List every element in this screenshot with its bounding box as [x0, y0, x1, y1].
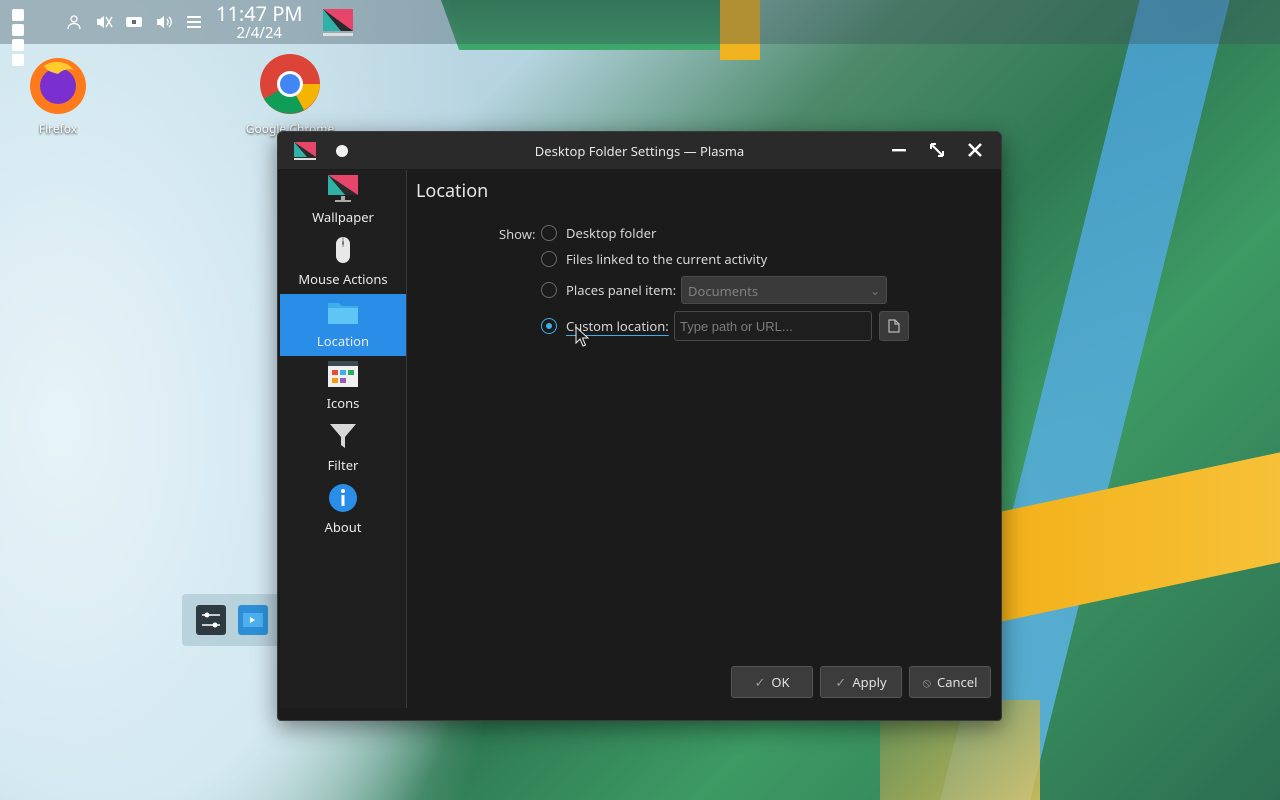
- settings-sliders-icon[interactable]: [196, 605, 226, 635]
- plasma-settings-task-icon[interactable]: [321, 5, 355, 39]
- desktop-icon-chrome[interactable]: Google Chrome: [235, 52, 345, 137]
- top-panel: 11:47 PM 2/4/24: [0, 0, 1280, 66]
- clock-time: 11:47 PM: [216, 0, 303, 27]
- user-icon[interactable]: [64, 12, 84, 32]
- sidebar-item-label: Mouse Actions: [298, 270, 388, 288]
- desktop-toolbox: [182, 594, 282, 646]
- firefox-icon: [26, 52, 90, 116]
- maximize-button[interactable]: [925, 138, 949, 162]
- icons-icon: [327, 358, 359, 390]
- clock-date: 2/4/24: [236, 22, 283, 43]
- wallpaper-icon: [327, 172, 359, 204]
- sidebar: Wallpaper Mouse Actions Location Icons F…: [280, 170, 407, 708]
- sidebar-item-label: Location: [316, 332, 370, 350]
- check-icon: ✓: [754, 673, 766, 691]
- close-button[interactable]: [963, 138, 987, 162]
- ok-label: OK: [771, 673, 790, 691]
- radio-places-panel[interactable]: Places panel item:: [541, 281, 676, 299]
- browse-button[interactable]: [879, 311, 909, 341]
- radio-label: Files linked to the current activity: [566, 250, 768, 268]
- radio-custom-location[interactable]: Custom location:: [541, 317, 669, 335]
- chevron-down-icon: ⌄: [869, 282, 880, 299]
- sidebar-item-wallpaper[interactable]: Wallpaper: [280, 170, 406, 232]
- sidebar-item-mouse-actions[interactable]: Mouse Actions: [280, 232, 406, 294]
- sidebar-item-label: Wallpaper: [312, 208, 374, 226]
- sidebar-item-location[interactable]: Location: [280, 294, 406, 356]
- minimize-button[interactable]: [887, 138, 911, 162]
- radio-label: Places panel item:: [566, 281, 677, 299]
- sidebar-item-label: Icons: [326, 394, 360, 412]
- desktop-icon-firefox[interactable]: Firefox: [3, 52, 113, 137]
- custom-path-input[interactable]: [674, 311, 872, 341]
- menu-icon[interactable]: [184, 12, 204, 32]
- radio-files-linked[interactable]: Files linked to the current activity: [541, 250, 767, 268]
- sidebar-item-label: Filter: [327, 456, 359, 474]
- radio-button[interactable]: [541, 282, 557, 298]
- filter-icon: [327, 420, 359, 452]
- cancel-icon: ⦸: [922, 673, 931, 691]
- info-icon: [327, 482, 359, 514]
- folder-icon: [327, 296, 359, 328]
- sidebar-item-about[interactable]: About: [280, 480, 406, 542]
- cancel-label: Cancel: [937, 673, 978, 691]
- apply-button[interactable]: ✓ Apply: [820, 666, 902, 698]
- wallpaper-shape: [1000, 448, 1280, 622]
- show-label: Show:: [499, 225, 536, 243]
- radio-button[interactable]: [541, 251, 557, 267]
- mute-icon[interactable]: [94, 12, 114, 32]
- sidebar-item-label: About: [324, 518, 362, 536]
- location-page: Location Show: Desktop folder Files link…: [415, 170, 1001, 706]
- places-combo-value: Documents: [688, 282, 759, 300]
- check-icon: ✓: [835, 673, 847, 691]
- clock[interactable]: 11:47 PM 2/4/24: [216, 0, 303, 43]
- page-title: Location: [416, 179, 489, 203]
- radio-button[interactable]: [541, 318, 557, 334]
- app-launcher-icon[interactable]: [8, 5, 42, 66]
- system-tray: [64, 12, 204, 32]
- radio-button[interactable]: [541, 225, 557, 241]
- document-open-icon: [888, 319, 900, 333]
- radio-label: Desktop folder: [566, 224, 657, 242]
- chrome-icon: [258, 52, 322, 116]
- folder-view-icon[interactable]: [238, 605, 268, 635]
- desktop-icon-label: Firefox: [38, 120, 78, 137]
- places-combo[interactable]: Documents ⌄: [681, 276, 887, 304]
- radio-desktop-folder[interactable]: Desktop folder: [541, 224, 656, 242]
- network-icon[interactable]: [124, 12, 144, 32]
- mouse-icon: [327, 234, 359, 266]
- ok-button[interactable]: ✓ OK: [731, 666, 813, 698]
- sidebar-item-filter[interactable]: Filter: [280, 418, 406, 480]
- sidebar-item-icons[interactable]: Icons: [280, 356, 406, 418]
- titlebar[interactable]: Desktop Folder Settings — Plasma: [278, 132, 1001, 169]
- apply-label: Apply: [852, 673, 887, 691]
- mouse-cursor-icon: [575, 326, 589, 347]
- settings-dialog: Desktop Folder Settings — Plasma Wallpap…: [277, 131, 1002, 721]
- volume-icon[interactable]: [154, 12, 174, 32]
- dialog-buttons: ✓ OK ✓ Apply ⦸ Cancel: [731, 666, 991, 698]
- cancel-button[interactable]: ⦸ Cancel: [909, 666, 991, 698]
